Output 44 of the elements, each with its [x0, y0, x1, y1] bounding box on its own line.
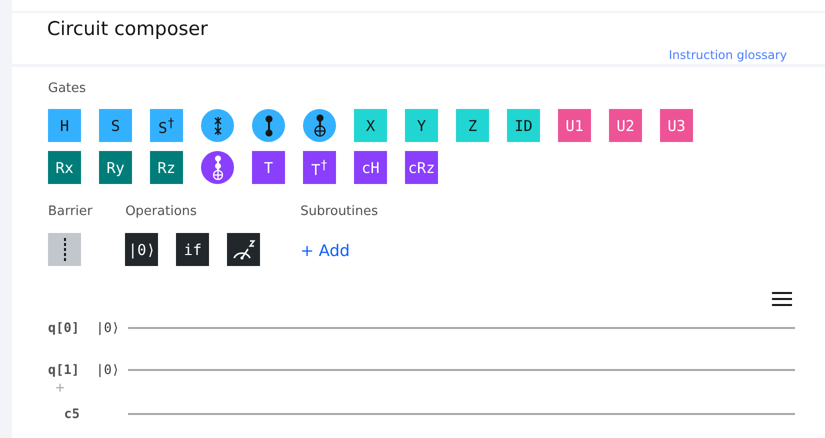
gate-tile[interactable] [252, 109, 285, 142]
gate-tile[interactable] [201, 151, 234, 184]
classical-register-label: c5 [63, 406, 81, 422]
gate-tile[interactable] [201, 109, 234, 142]
gate-tile[interactable]: Y [405, 109, 438, 142]
gate-tile[interactable]: S$^{†}$ [150, 109, 183, 142]
toffoli-icon [212, 155, 222, 180]
dashed-line-icon [62, 238, 66, 262]
gate-tile[interactable]: Rx [48, 151, 81, 184]
instruction-glossary-link[interactable]: Instruction glossary [668, 48, 787, 62]
operation-tile[interactable]: if [176, 233, 210, 266]
qubit-state: |0⟩ [96, 362, 120, 378]
gate-tile[interactable]: T$^{†}$ [303, 151, 336, 184]
operation-tile[interactable]: |0⟩ [125, 233, 158, 266]
section-label: Gates [48, 81, 87, 96]
section-label: Subroutines [300, 204, 378, 219]
qubit-state: |0⟩ [96, 320, 120, 336]
gate-tile[interactable]: Rz [150, 151, 183, 184]
qubit-label: q[0] [48, 320, 80, 336]
barrier-tile[interactable] [48, 233, 81, 266]
page-title: Circuit composer [47, 18, 209, 40]
gate-tile[interactable]: Ry [99, 151, 132, 184]
gate-tile[interactable]: Z [456, 109, 489, 142]
gate-tile[interactable]: cRz [405, 151, 438, 184]
qubit-label: q[1] [48, 362, 80, 378]
gate-tile[interactable] [303, 109, 336, 142]
gate-tile[interactable]: cH [354, 151, 387, 184]
menu-icon[interactable] [772, 292, 792, 306]
operation-tile[interactable] [227, 233, 260, 266]
control-dot-icon [264, 114, 272, 136]
gate-tile[interactable]: U1 [558, 109, 591, 142]
gate-tile[interactable]: U2 [609, 109, 642, 142]
section-label: Operations [125, 204, 198, 219]
gate-tile[interactable]: H [48, 109, 81, 142]
gate-tile[interactable]: T [252, 151, 285, 184]
gate-tile[interactable]: X [354, 109, 387, 142]
gate-tile[interactable]: ID [507, 109, 540, 142]
gate-tile[interactable]: U3 [660, 109, 693, 142]
add-subroutine-link[interactable]: + Add [300, 233, 378, 267]
section-label: Barrier [48, 204, 92, 219]
gate-tile[interactable]: S [99, 109, 132, 142]
swap-icon [214, 116, 222, 136]
controlled-not-icon [314, 114, 326, 137]
measure-icon [230, 238, 257, 262]
